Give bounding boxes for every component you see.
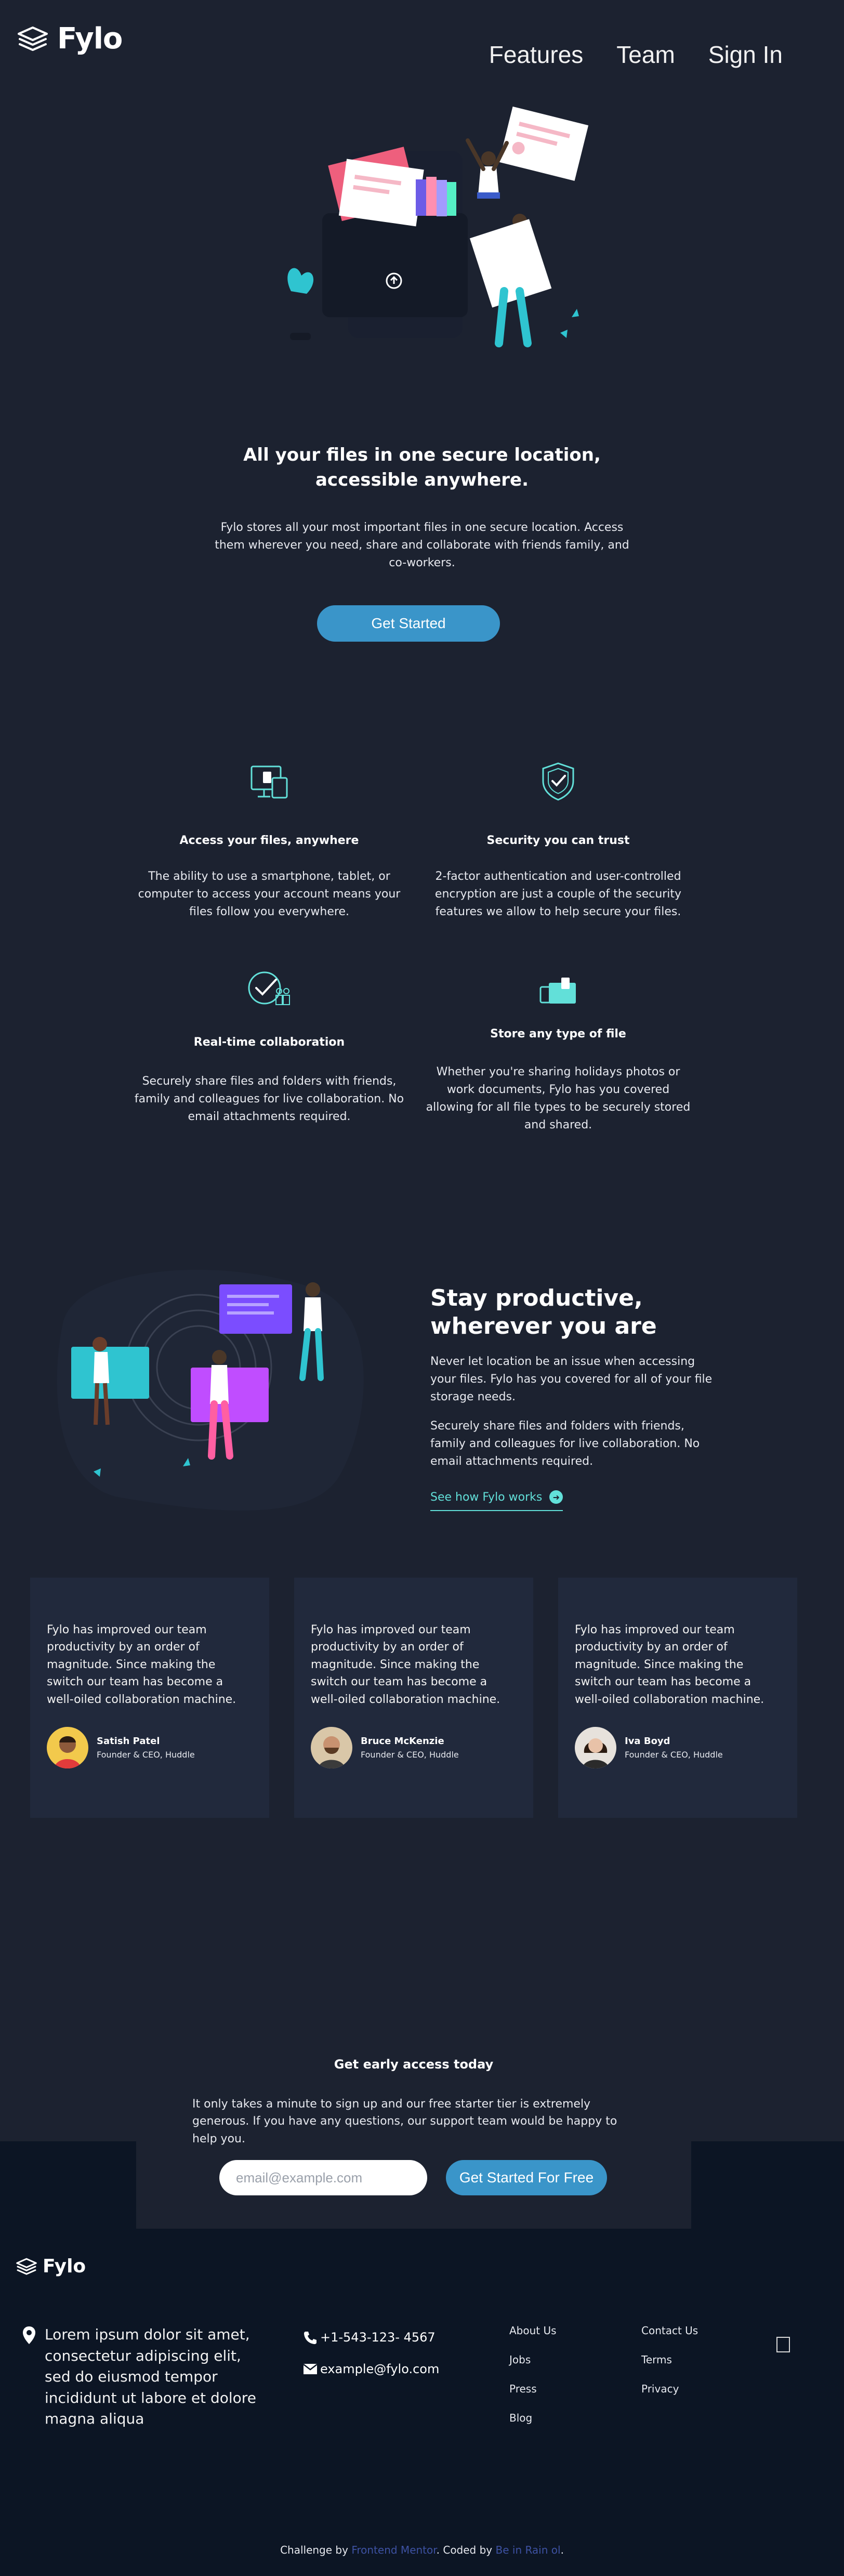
site-header: Fylo Features Team Sign In — [0, 0, 844, 94]
productive-title: Stay productive, wherever you are — [430, 1285, 657, 1339]
email-input[interactable] — [219, 2160, 427, 2195]
attribution-prefix: Challenge by — [280, 2544, 352, 2556]
main-nav: Features Team Sign In — [489, 41, 783, 69]
testimonial-card: Fylo has improved our team productivity … — [558, 1578, 797, 1818]
layers-logo-icon — [18, 26, 48, 51]
collaboration-icon — [248, 971, 290, 1005]
hero-description: Fylo stores all your most important file… — [215, 521, 629, 570]
footer-address: Lorem ipsum dolor sit amet, consectetur … — [22, 2324, 271, 2430]
testimonial-quote: Fylo has improved our team productivity … — [311, 1623, 500, 1706]
folders-icon — [539, 978, 576, 1004]
feature-title: Real-time collaboration — [193, 1036, 345, 1049]
feature-collaboration: Real-time collaboration Securely share f… — [134, 960, 404, 1126]
footer-logo[interactable]: Fylo — [16, 2256, 86, 2277]
footer-brand-name: Fylo — [43, 2256, 86, 2277]
footer-link-about[interactable]: About Us — [509, 2324, 557, 2337]
nav-signin-link[interactable]: Sign In — [708, 41, 783, 69]
get-started-button[interactable]: Get Started — [317, 605, 500, 642]
brand-logo[interactable]: Fylo — [17, 22, 123, 56]
footer-link-press[interactable]: Press — [509, 2383, 557, 2395]
early-access-title: Get early access today — [334, 2057, 494, 2072]
attribution-middle: . Coded by — [436, 2544, 496, 2556]
feature-security: Security you can trust 2-factor authenti… — [423, 754, 693, 921]
avatar — [311, 1727, 352, 1769]
testimonial-name: Bruce McKenzie — [361, 1736, 444, 1747]
nav-features-link[interactable]: Features — [489, 41, 584, 69]
layers-logo-icon — [16, 2258, 37, 2275]
footer-link-privacy[interactable]: Privacy — [641, 2383, 698, 2395]
footer-email[interactable]: example@fylo.com — [302, 2362, 439, 2376]
testimonial-role: Founder & CEO, Huddle — [97, 1750, 195, 1760]
productive-paragraph-2: Securely share files and folders with fr… — [430, 1420, 700, 1468]
early-access-section: Get early access today It only takes a m… — [136, 2044, 691, 2229]
testimonial-name: Satish Patel — [97, 1736, 160, 1747]
testimonial-role: Founder & CEO, Huddle — [625, 1750, 723, 1760]
avatar — [47, 1727, 88, 1769]
author-link[interactable]: Be in Rain ol — [496, 2544, 561, 2556]
footer-link-terms[interactable]: Terms — [641, 2353, 698, 2366]
footer-links-col-2: Contact Us Terms Privacy — [641, 2324, 698, 2395]
feature-title: Access your files, anywhere — [179, 834, 359, 847]
productive-paragraph-1: Never let location be an issue when acce… — [430, 1355, 713, 1404]
feature-text: The ability to use a smartphone, tablet,… — [138, 870, 401, 919]
footer-link-jobs[interactable]: Jobs — [509, 2353, 557, 2366]
arrow-right-icon: ➜ — [549, 1490, 563, 1504]
shield-icon — [542, 762, 574, 801]
frontend-mentor-link[interactable]: Frontend Mentor — [351, 2544, 436, 2556]
location-pin-icon — [23, 2326, 35, 2344]
testimonial-card: Fylo has improved our team productivity … — [30, 1578, 269, 1818]
see-how-link[interactable]: See how Fylo works ➜ — [430, 1490, 563, 1511]
see-how-label: See how Fylo works — [430, 1490, 543, 1504]
testimonial-role: Founder & CEO, Huddle — [361, 1750, 459, 1760]
testimonial-name: Iva Boyd — [625, 1736, 670, 1747]
footer-links-col-1: About Us Jobs Press Blog — [509, 2324, 557, 2424]
testimonial-quote: Fylo has improved our team productivity … — [575, 1623, 764, 1706]
feature-storage: Store any type of file Whether you're sh… — [423, 960, 693, 1134]
hero-title: All your files in one secure location, a… — [243, 445, 601, 490]
testimonial-quote: Fylo has improved our team productivity … — [47, 1623, 236, 1706]
feature-text: 2-factor authentication and user-control… — [434, 870, 682, 919]
phone-icon — [304, 2332, 316, 2344]
attribution: Challenge by Frontend Mentor. Coded by B… — [0, 2544, 844, 2556]
footer-link-blog[interactable]: Blog — [509, 2412, 557, 2424]
hero-illustration — [287, 106, 589, 347]
get-started-free-button[interactable]: Get Started For Free — [446, 2160, 607, 2195]
testimonial-author: Iva Boyd Founder & CEO, Huddle — [575, 1727, 781, 1769]
devices-icon — [250, 765, 288, 799]
feature-text: Whether you're sharing holidays photos o… — [426, 1065, 691, 1132]
avatar — [575, 1727, 616, 1769]
productive-illustration — [57, 1269, 364, 1511]
footer-link-contact[interactable]: Contact Us — [641, 2324, 698, 2337]
testimonial-author: Bruce McKenzie Founder & CEO, Huddle — [311, 1727, 517, 1769]
nav-team-link[interactable]: Team — [616, 41, 675, 69]
attribution-suffix: . — [560, 2544, 564, 2556]
email-icon — [303, 2364, 318, 2374]
phone-number: +1-543-123- 4567 — [320, 2330, 436, 2345]
social-icon[interactable] — [776, 2337, 790, 2352]
brand-name: Fylo — [57, 22, 123, 56]
feature-title: Store any type of file — [490, 1027, 626, 1040]
email-address: example@fylo.com — [320, 2362, 440, 2376]
feature-access: Access your files, anywhere The ability … — [134, 754, 404, 921]
early-access-text: It only takes a minute to sign up and ou… — [192, 2098, 617, 2145]
feature-text: Securely share files and folders with fr… — [134, 1075, 404, 1124]
footer-phone[interactable]: +1-543-123- 4567 — [302, 2330, 436, 2345]
address-text: Lorem ipsum dolor sit amet, consectetur … — [45, 2326, 256, 2428]
testimonial-author: Satish Patel Founder & CEO, Huddle — [47, 1727, 253, 1769]
testimonial-card: Fylo has improved our team productivity … — [294, 1578, 533, 1818]
feature-title: Security you can trust — [486, 834, 630, 847]
